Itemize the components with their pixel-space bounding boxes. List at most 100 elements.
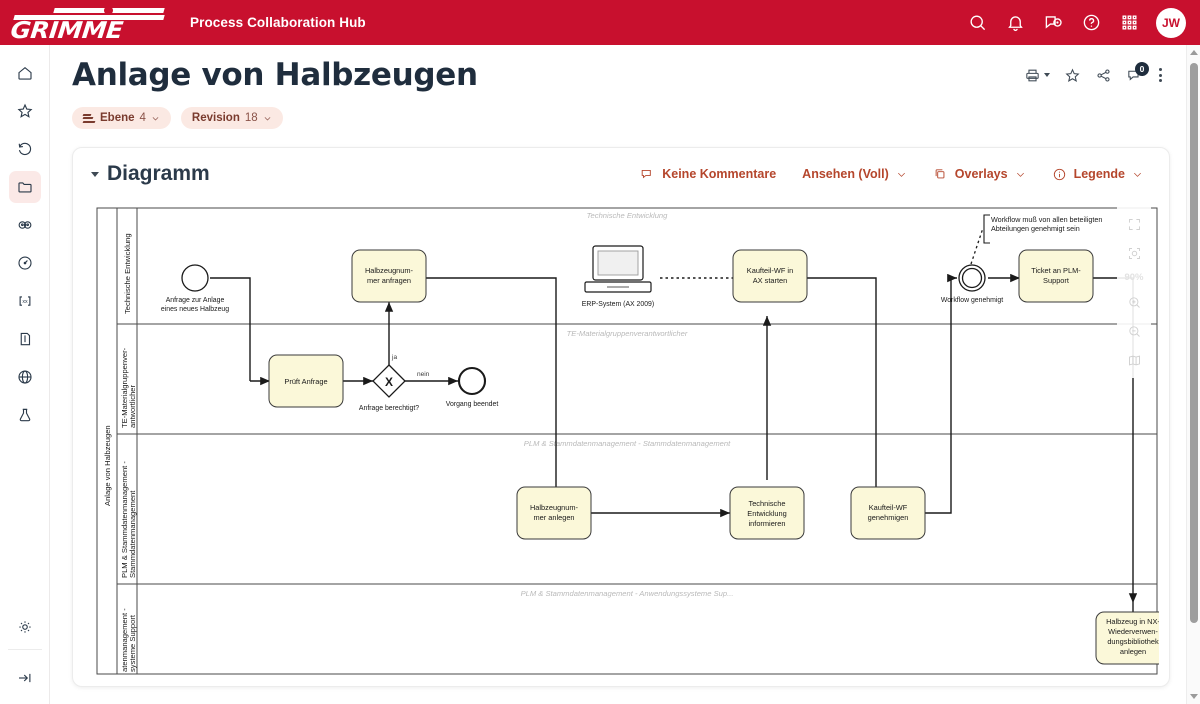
chip-ebene-value: 4 bbox=[139, 112, 146, 124]
more-menu-button[interactable] bbox=[1157, 66, 1164, 84]
title-row: Anlage von Halbzeugen 0 bbox=[50, 45, 1200, 93]
chevron-down-icon[interactable] bbox=[151, 114, 160, 123]
favorite-button[interactable] bbox=[1064, 67, 1081, 84]
fit-to-screen-icon[interactable] bbox=[1124, 243, 1144, 263]
task-label-line4: anlegen bbox=[1120, 647, 1146, 656]
chip-ebene-label: Ebene bbox=[100, 112, 135, 124]
task-label-line2: mer anfragen bbox=[367, 276, 411, 285]
scroll-down-arrow-icon[interactable] bbox=[1190, 694, 1198, 699]
sidebar-item-measure[interactable]: xx bbox=[9, 285, 41, 317]
brand-subtitle: Process Collaboration Hub bbox=[190, 15, 366, 30]
fullscreen-icon[interactable] bbox=[1124, 214, 1144, 234]
collapse-triangle-icon[interactable] bbox=[91, 171, 99, 177]
task-label-line1: Kaufteil-WF bbox=[869, 503, 908, 512]
search-icon[interactable] bbox=[966, 12, 988, 34]
bpmn-task-halbzeugnummer-anlegen[interactable]: Halbzeugnum- mer anlegen bbox=[516, 486, 592, 540]
bpmn-intermediate-event-workflow-genehmigt[interactable]: Workflow genehmigt bbox=[941, 264, 1003, 304]
feedback-icon[interactable] bbox=[1042, 12, 1064, 34]
zoom-in-icon[interactable] bbox=[1124, 292, 1144, 312]
chip-revision[interactable]: Revision 18 bbox=[180, 107, 283, 129]
sidebar: xx bbox=[0, 45, 50, 704]
lane-caption-1: Technische Entwicklung bbox=[587, 211, 669, 220]
apps-grid-icon[interactable] bbox=[1118, 12, 1140, 34]
canvas-tools: 90% bbox=[1117, 206, 1151, 378]
bpmn-task-ticket-plm-support[interactable]: Ticket an PLM- Support bbox=[1018, 249, 1094, 303]
page-content: Anlage von Halbzeugen 0 Ebene 4 Revision… bbox=[50, 45, 1200, 704]
diagram-comments-label: Keine Kommentare bbox=[662, 167, 777, 181]
zoom-out-icon[interactable] bbox=[1124, 321, 1144, 341]
diagram-title: Diagramm bbox=[107, 162, 210, 185]
sidebar-item-history[interactable] bbox=[9, 133, 41, 165]
sidebar-item-favorites[interactable] bbox=[9, 95, 41, 127]
bpmn-task-halbzeugnummer-anfragen[interactable]: Halbzeugnum- mer anfragen bbox=[351, 249, 427, 303]
chevron-down-icon[interactable] bbox=[896, 169, 907, 180]
diagram-toolbar: Keine Kommentare Ansehen (Voll) Overlays… bbox=[640, 167, 1151, 182]
bpmn-canvas[interactable]: Anlage von Halbzeugen Technische Entwick… bbox=[95, 206, 1159, 676]
bpmn-task-pruft-anfrage[interactable]: Prüft Anfrage bbox=[268, 354, 344, 408]
pool-label: Anlage von Halbzeugen bbox=[103, 425, 112, 506]
bell-icon[interactable] bbox=[1004, 12, 1026, 34]
bpmn-system-erp[interactable]: ERP-System (AX 2009) bbox=[582, 245, 654, 308]
chip-revision-value: 18 bbox=[244, 112, 258, 124]
sidebar-item-portal[interactable] bbox=[9, 361, 41, 393]
diagram-card-header: Diagramm Keine Kommentare Ansehen (Voll)… bbox=[73, 148, 1169, 196]
view-mode-select[interactable]: Ansehen (Voll) bbox=[802, 167, 907, 181]
task-label-line1: Kaufteil-WF in bbox=[747, 266, 793, 275]
bpmn-task-te-informieren[interactable]: Technische Entwicklung informieren bbox=[729, 486, 805, 540]
chevron-down-icon[interactable] bbox=[1015, 169, 1026, 180]
task-label-line3: informieren bbox=[749, 519, 786, 528]
bpmn-associations bbox=[660, 227, 984, 283]
chevron-down-icon[interactable] bbox=[1132, 169, 1143, 180]
avatar[interactable]: JW bbox=[1156, 7, 1186, 38]
diagram-comments-button[interactable]: Keine Kommentare bbox=[640, 167, 776, 182]
sidebar-item-lab[interactable] bbox=[9, 399, 41, 431]
lane-caption-2: TE-Materialgruppenverantwortlicher bbox=[567, 329, 688, 338]
comments-button[interactable]: 0 bbox=[1126, 61, 1149, 84]
sidebar-item-roles[interactable] bbox=[9, 209, 41, 241]
bpmn-end-event[interactable]: Vorgang beendet bbox=[446, 366, 499, 408]
legend-select[interactable]: Legende bbox=[1052, 167, 1143, 182]
bpmn-task-kaufteil-wf-genehmigen[interactable]: Kaufteil-WF genehmigen bbox=[850, 486, 926, 540]
scrollbar-thumb[interactable] bbox=[1190, 63, 1198, 623]
task-label-line3: dungsbibliothek bbox=[1107, 637, 1159, 646]
lane-label-3b: Stammdatenmanagement bbox=[128, 490, 137, 578]
chip-ebene[interactable]: Ebene 4 bbox=[72, 107, 171, 129]
gateway-label: Anfrage berechtigt? bbox=[359, 405, 419, 412]
bpmn-text-annotation[interactable]: Workflow muß von allen beteiligten Abtei… bbox=[983, 214, 1102, 244]
legend-label: Legende bbox=[1073, 167, 1125, 181]
intermediate-event-label: Workflow genehmigt bbox=[941, 297, 1003, 304]
task-label-line1: Halbzeugnum- bbox=[365, 266, 414, 275]
share-button[interactable] bbox=[1095, 67, 1112, 84]
comments-badge: 0 bbox=[1135, 61, 1149, 76]
bpmn-task-nx-bibliothek-anlegen[interactable]: Halbzeug in NX- Wiederverwen- dungsbibli… bbox=[1095, 611, 1159, 665]
scroll-up-arrow-icon[interactable] bbox=[1190, 50, 1198, 55]
minimap-icon[interactable] bbox=[1124, 350, 1144, 370]
task-label-line2: genehmigen bbox=[868, 513, 909, 522]
task-label-line1: Ticket an PLM- bbox=[1031, 266, 1081, 275]
sidebar-item-documents[interactable] bbox=[9, 323, 41, 355]
end-event-label: Vorgang beendet bbox=[446, 401, 499, 408]
bpmn-start-event[interactable]: Anfrage zur Anlage eines neues Halbzeug bbox=[161, 264, 229, 313]
sidebar-item-processes[interactable] bbox=[8, 171, 41, 203]
page-title: Anlage von Halbzeugen bbox=[72, 57, 478, 93]
sidebar-item-home[interactable] bbox=[9, 57, 41, 89]
filter-chips: Ebene 4 Revision 18 bbox=[50, 93, 1200, 129]
chevron-down-icon[interactable] bbox=[263, 114, 272, 123]
chevron-down-icon[interactable] bbox=[1044, 73, 1050, 77]
expand-panel-icon[interactable] bbox=[9, 662, 41, 694]
gear-icon[interactable] bbox=[9, 611, 41, 643]
grimme-logo[interactable]: GRIMME bbox=[9, 5, 172, 44]
task-label-line2: mer anlegen bbox=[533, 513, 574, 522]
sidebar-item-kpis[interactable] bbox=[9, 247, 41, 279]
help-icon[interactable] bbox=[1080, 12, 1102, 34]
sidebar-divider bbox=[7, 649, 42, 650]
print-button[interactable] bbox=[1024, 67, 1050, 84]
flow-label-nein: nein bbox=[417, 371, 430, 378]
info-icon bbox=[1053, 168, 1065, 180]
lane-caption-3: PLM & Stammdatenmanagement - Stammdatenm… bbox=[524, 439, 731, 448]
page-scrollbar[interactable] bbox=[1186, 45, 1200, 704]
bpmn-task-kaufteil-wf-starten[interactable]: Kaufteil-WF in AX starten bbox=[732, 249, 808, 303]
bpmn-gateway-anfrage-berechtigt[interactable]: X Anfrage berechtigt? ja nein bbox=[359, 354, 430, 412]
app-header: GRIMME Process Collaboration Hub JW bbox=[0, 0, 1200, 45]
overlays-select[interactable]: Overlays bbox=[933, 167, 1026, 182]
